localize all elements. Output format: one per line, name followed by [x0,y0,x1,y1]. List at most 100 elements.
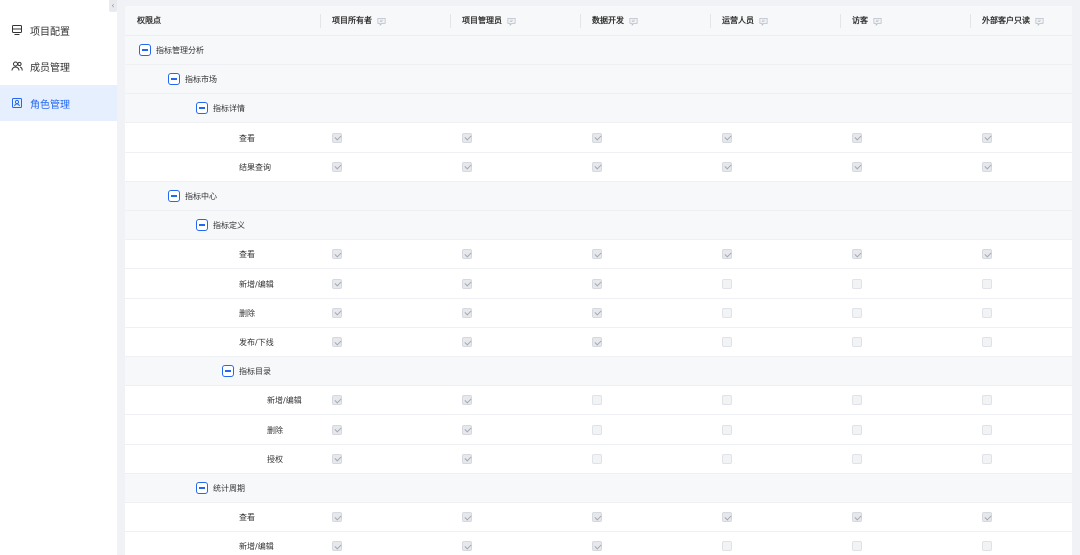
permission-checkbox[interactable] [722,453,732,464]
permission-checkbox[interactable] [722,249,732,260]
collapse-toggle-icon[interactable] [222,365,234,378]
permission-checkbox[interactable] [852,337,862,347]
permission-checkbox[interactable] [332,453,342,464]
collapse-toggle-icon[interactable] [168,190,180,202]
permission-checkbox[interactable] [722,541,732,552]
permission-checkbox[interactable] [852,278,862,289]
permission-checkbox[interactable] [722,132,732,143]
collapse-toggle-icon[interactable] [139,44,151,56]
collapse-sidebar-button[interactable]: ‹ [109,0,117,12]
permission-checkbox[interactable] [722,161,732,172]
permission-checkbox[interactable] [722,307,732,318]
column-header-label: 权限点 [137,16,161,25]
sidebar-item-2[interactable]: 角色管理 [0,85,117,121]
permission-checkbox[interactable] [332,161,342,172]
column-header-label: 项目管理员 [462,16,502,25]
permission-checkbox[interactable] [852,541,862,552]
permission-checkbox[interactable] [852,307,862,318]
table-row: 结果查询 [125,152,1072,182]
permission-checkbox[interactable] [852,132,862,143]
sidebar-item-1[interactable]: 成员管理 [0,48,117,84]
permission-checkbox[interactable] [332,395,342,406]
filter-icon[interactable] [629,17,638,26]
permission-checkbox[interactable] [722,512,732,523]
collapse-toggle-icon[interactable] [196,102,208,115]
filter-icon[interactable] [873,17,882,26]
permission-checkbox[interactable] [462,307,472,318]
permission-checkbox[interactable] [592,337,602,347]
permission-checkbox[interactable] [982,512,992,523]
permission-checkbox[interactable] [592,278,602,289]
sidebar-item-0[interactable]: 项目配置 [0,12,117,48]
permission-checkbox[interactable] [462,424,472,435]
collapse-toggle-icon[interactable] [196,482,208,494]
column-header-label: 数据开发 [592,16,624,25]
collapse-toggle-icon[interactable] [196,219,208,232]
table-row: 新增/编辑 [125,386,1072,416]
permission-label: 删除 [267,425,283,435]
filter-icon[interactable] [759,17,768,26]
permission-checkbox[interactable] [332,541,342,552]
permission-label: 授权 [267,454,283,464]
permission-label: 查看 [239,250,255,260]
permission-checkbox[interactable] [722,337,732,347]
permission-checkbox[interactable] [332,337,342,347]
permission-checkbox[interactable] [462,337,472,347]
project-config-icon [10,23,24,37]
permission-checkbox[interactable] [722,278,732,289]
permission-checkbox[interactable] [592,249,602,260]
permission-checkbox[interactable] [332,512,342,523]
permission-checkbox[interactable] [592,512,602,523]
permission-checkbox[interactable] [982,541,992,552]
permission-checkbox[interactable] [592,161,602,172]
permission-checkbox[interactable] [722,395,732,406]
permission-checkbox[interactable] [462,161,472,172]
permission-checkbox[interactable] [982,278,992,289]
permission-checkbox[interactable] [332,132,342,143]
permission-checkbox[interactable] [462,278,472,289]
permission-checkbox[interactable] [332,307,342,318]
permission-checkbox[interactable] [852,249,862,260]
permission-checkbox[interactable] [592,395,602,406]
permission-checkbox[interactable] [592,132,602,143]
column-header-2: 项目管理员 [462,6,516,36]
filter-icon[interactable] [377,17,386,26]
permission-checkbox[interactable] [722,424,732,435]
permission-checkbox[interactable] [852,512,862,523]
permission-checkbox[interactable] [982,424,992,435]
table-row: 查看 [125,240,1072,270]
table-header: 权限点 项目所有者 项目管理员 数据开发 运营人员 访客 外部客户只读 [125,6,1072,36]
permission-checkbox[interactable] [462,395,472,406]
collapse-toggle-icon[interactable] [168,73,180,86]
filter-icon[interactable] [507,17,516,26]
permission-checkbox[interactable] [852,395,862,406]
permission-checkbox[interactable] [592,541,602,552]
table-row: 授权 [125,444,1072,474]
permission-checkbox[interactable] [462,132,472,143]
permission-checkbox[interactable] [982,249,992,260]
table-row: 新增/编辑 [125,269,1072,299]
column-separator [710,14,711,28]
permission-checkbox[interactable] [462,541,472,552]
permission-checkbox[interactable] [982,307,992,318]
permission-checkbox[interactable] [852,453,862,464]
column-header-1: 项目所有者 [332,6,386,36]
filter-icon[interactable] [1035,17,1044,26]
permission-checkbox[interactable] [852,424,862,435]
permission-checkbox[interactable] [462,512,472,523]
permission-checkbox[interactable] [332,278,342,289]
permission-checkbox[interactable] [982,132,992,143]
permission-checkbox[interactable] [982,453,992,464]
group-label: 指标目录 [239,367,271,377]
permission-checkbox[interactable] [462,249,472,260]
permission-checkbox[interactable] [982,337,992,347]
permission-checkbox[interactable] [982,161,992,172]
permission-checkbox[interactable] [592,453,602,464]
permission-checkbox[interactable] [982,395,992,406]
permission-checkbox[interactable] [462,453,472,464]
permission-checkbox[interactable] [332,424,342,435]
permission-checkbox[interactable] [852,161,862,172]
permission-checkbox[interactable] [332,249,342,260]
permission-checkbox[interactable] [592,307,602,318]
permission-checkbox[interactable] [592,424,602,435]
